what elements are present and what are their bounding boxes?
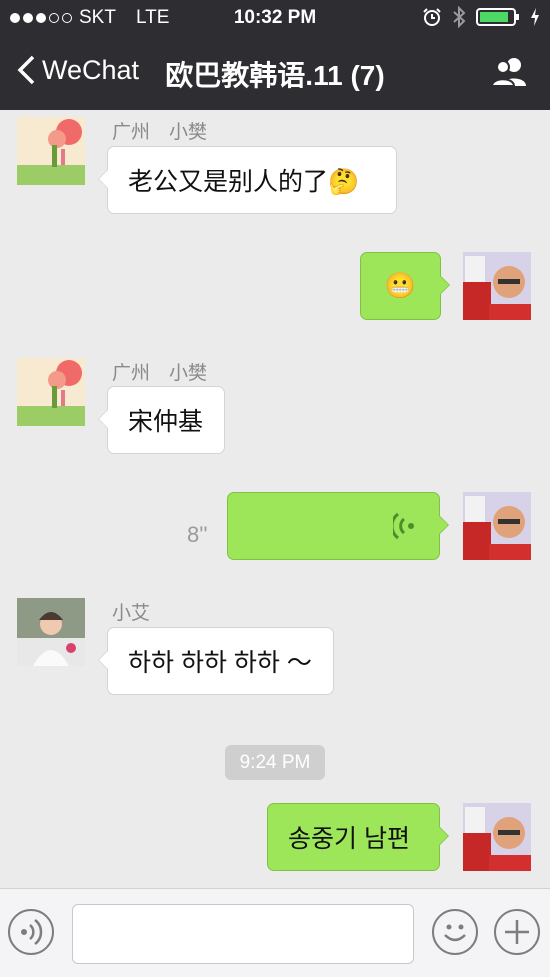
message-bubble[interactable]: 송중기 남편 (267, 803, 449, 871)
chat-title: 欧巴教韩语.11 (7) (165, 60, 385, 91)
avatar-self[interactable] (463, 252, 531, 320)
input-bar (0, 888, 550, 977)
voice-icon (21, 919, 43, 945)
avatar-xiaoai[interactable] (17, 598, 85, 666)
message-text: 老公又是别人的了🤔 (128, 168, 360, 196)
navigation-bar: WeChat 欧巴教韩语.11 (7) (0, 36, 550, 110)
message-text: 😬 (384, 271, 417, 300)
avatar-xiaofan[interactable] (17, 358, 85, 426)
message-text: 하하 하하 하하 ～ (128, 649, 312, 677)
voice-input-button[interactable] (8, 909, 54, 955)
avatar-self[interactable] (463, 492, 531, 560)
sender-name: 广州 小樊 (112, 363, 208, 384)
more-button[interactable] (494, 909, 540, 955)
message-text: 宋仲基 (128, 408, 204, 436)
emoji-button[interactable] (432, 909, 478, 955)
battery-icon (476, 8, 519, 26)
message-bubble[interactable]: 하하 하하 하하 ～ (98, 627, 334, 695)
voice-message-bubble[interactable] (227, 492, 449, 560)
group-members-icon[interactable] (490, 56, 530, 88)
voice-duration: 8'' (187, 522, 208, 547)
message-text: 송중기 남편 (288, 825, 410, 853)
top-bar: SKT LTE 10:32 PM WeChat 欧巴教韩语.11 (7) (0, 0, 550, 110)
avatar-xiaofan[interactable] (17, 117, 85, 185)
smiley-icon (444, 924, 466, 942)
message-bubble[interactable]: 宋仲基 (98, 386, 225, 454)
voice-wave-icon (393, 512, 414, 540)
alarm-icon (423, 8, 441, 26)
message-input[interactable] (72, 904, 414, 964)
charging-icon (531, 8, 539, 26)
bluetooth-icon (453, 6, 466, 28)
sender-name: 小艾 (112, 603, 151, 624)
message-bubble[interactable]: 老公又是别人的了🤔 (98, 146, 397, 214)
time-divider: 9:24 PM (225, 745, 325, 780)
avatar-self[interactable] (463, 803, 531, 871)
sender-name: 广州 小樊 (112, 122, 208, 143)
plus-icon (505, 920, 529, 944)
status-bar: SKT LTE 10:32 PM (0, 0, 550, 36)
message-bubble[interactable]: 😬 (360, 252, 450, 320)
